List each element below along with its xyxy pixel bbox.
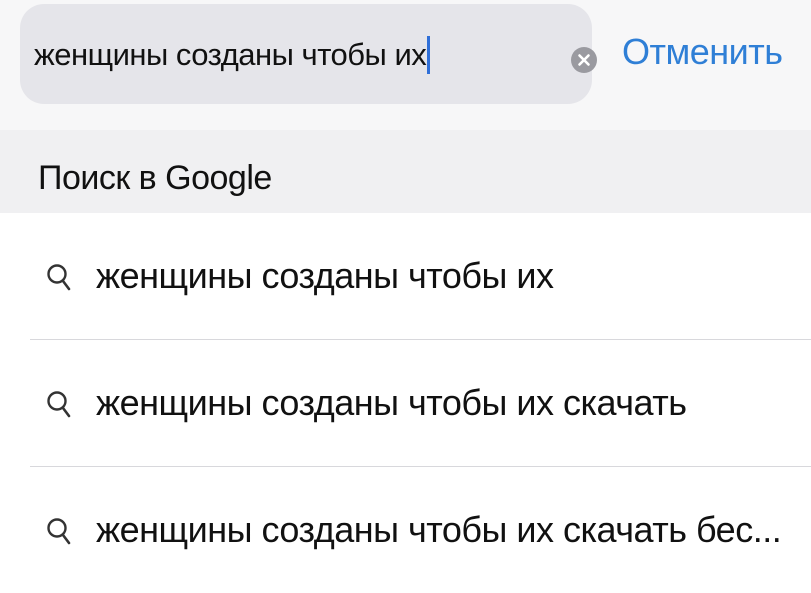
search-icon — [47, 391, 71, 418]
suggestion-item[interactable]: женщины созданы чтобы их скачать бес... — [0, 467, 811, 593]
suggestion-list: женщины созданы чтобы их женщины созданы… — [0, 213, 811, 579]
search-query-text[interactable]: женщины созданы чтобы их — [34, 36, 431, 74]
search-query-value: женщины созданы чтобы их — [34, 37, 427, 72]
suggestion-label: женщины созданы чтобы их — [96, 255, 554, 296]
section-title: Поиск в Google — [38, 159, 272, 197]
clear-search-button[interactable] — [571, 47, 597, 73]
search-input[interactable]: женщины созданы чтобы их — [20, 4, 597, 104]
suggestion-item[interactable]: женщины созданы чтобы их скачать — [0, 340, 811, 466]
text-caret — [427, 36, 431, 74]
cancel-button[interactable]: Отменить — [622, 30, 783, 74]
section-header: Поиск в Google — [0, 130, 811, 213]
suggestion-item[interactable]: женщины созданы чтобы их — [0, 213, 811, 339]
suggestion-label: женщины созданы чтобы их скачать бес... — [96, 509, 782, 550]
search-icon — [47, 264, 71, 291]
suggestion-label: женщины созданы чтобы их скачать — [96, 382, 687, 423]
search-icon — [47, 518, 71, 545]
clear-icon — [578, 54, 590, 66]
search-bar: женщины созданы чтобы их Отменить — [0, 0, 811, 130]
